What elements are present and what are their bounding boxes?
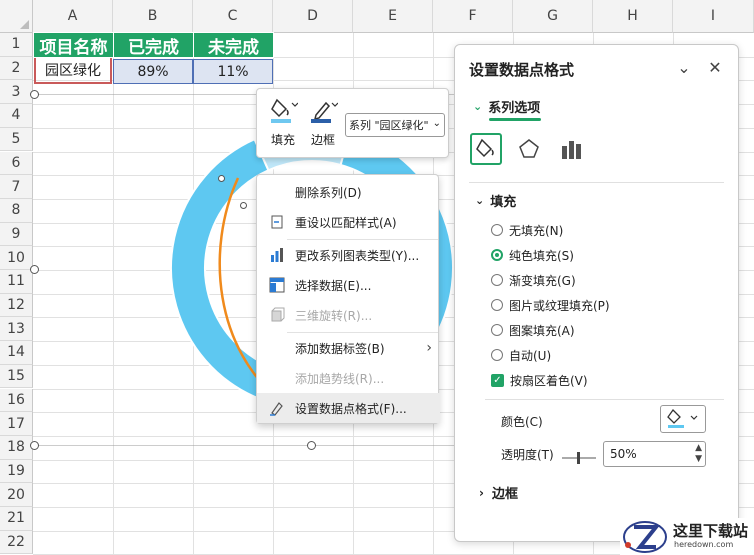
chevron-right-icon: ›	[479, 485, 484, 500]
menu-item-format-data-point[interactable]: 设置数据点格式(F)...	[257, 393, 440, 423]
menu-item-delete-series[interactable]: 删除系列(D)	[257, 177, 440, 207]
radio-picture-fill[interactable]: 图片或纹理填充(P)	[491, 295, 610, 315]
checkmark-icon[interactable]: ✓	[491, 373, 504, 387]
transparency-input[interactable]: 50% ▲ ▼	[603, 441, 706, 467]
radio-button[interactable]	[491, 324, 503, 336]
format-point-icon	[270, 402, 283, 416]
panel-title: 设置数据点格式	[469, 61, 575, 79]
radio-label: 图片或纹理填充(P)	[509, 298, 610, 313]
vary-by-slice-checkbox[interactable]: ✓ 按扇区着色(V)	[491, 370, 588, 390]
chevron-down-icon[interactable]: ⌄	[674, 57, 694, 77]
context-menu: 删除系列(D) 重设以匹配样式(A) 更改系列图表类型(Y)... 选择数据(E…	[256, 174, 440, 424]
radio-button[interactable]	[491, 349, 503, 361]
effects-tab[interactable]	[513, 133, 545, 165]
3d-rotate-icon	[271, 307, 285, 322]
border-label: 边框	[310, 133, 335, 147]
tab-underline	[489, 118, 541, 121]
border-section-header[interactable]: › 边框	[479, 483, 518, 503]
menu-item-label: 设置数据点格式(F)...	[295, 401, 407, 416]
menu-item-add-data-labels[interactable]: 添加数据标签(B) ›	[257, 333, 440, 363]
paint-bucket-icon	[271, 98, 298, 123]
watermark-subtext: heredown.com	[674, 540, 734, 549]
transparency-slider[interactable]	[562, 451, 596, 465]
pen-icon	[311, 101, 338, 123]
fill-header-label: 填充	[490, 195, 517, 210]
radio-button[interactable]	[491, 224, 503, 236]
paint-bucket-icon	[667, 408, 698, 428]
menu-item-change-chart-type[interactable]: 更改系列图表类型(Y)...	[257, 240, 440, 270]
transparency-value: 50%	[610, 447, 637, 461]
radio-gradient-fill[interactable]: 渐变填充(G)	[491, 270, 576, 290]
color-picker-button[interactable]	[660, 405, 706, 433]
radio-no-fill[interactable]: 无填充(N)	[491, 220, 563, 240]
color-label: 颜色(C)	[501, 415, 543, 429]
radio-pattern-fill[interactable]: 图案填充(A)	[491, 320, 575, 340]
pentagon-icon	[519, 139, 539, 158]
submenu-arrow-icon: ›	[426, 340, 432, 356]
menu-item-label: 更改系列图表类型(Y)...	[295, 248, 420, 263]
select-data-icon	[269, 277, 285, 293]
transparency-label: 透明度(T)	[501, 448, 554, 462]
series-select[interactable]: 系列 "园区绿化" ⌄	[345, 113, 445, 137]
format-data-point-panel: 设置数据点格式 ⌄ ✕ ⌄ 系列选项 ⌄ 填充 无填充(N) 纯色填充(S) 渐…	[454, 44, 739, 542]
checkbox-label: 按扇区着色(V)	[510, 373, 588, 388]
radio-solid-fill[interactable]: 纯色填充(S)	[491, 245, 574, 265]
reset-style-icon	[271, 215, 283, 229]
close-icon[interactable]: ✕	[705, 57, 725, 77]
menu-item-add-trendline[interactable]: 添加趋势线(R)...	[257, 363, 440, 393]
series-options-label: 系列选项	[488, 101, 541, 116]
paint-bucket-icon	[476, 138, 494, 158]
chart-type-icon	[271, 248, 283, 262]
site-logo-icon	[623, 521, 667, 553]
watermark-text: 这里下载站	[673, 522, 749, 540]
fill-button[interactable]: 填充	[263, 97, 303, 153]
fill-line-tab[interactable]	[470, 133, 502, 165]
spinner-icon[interactable]: ▲ ▼	[695, 443, 702, 465]
chevron-down-icon: ⌄	[475, 194, 485, 207]
menu-item-label: 删除系列(D)	[295, 185, 362, 200]
radio-label: 自动(U)	[509, 348, 552, 363]
menu-item-label: 重设以匹配样式(A)	[295, 215, 397, 230]
menu-item-select-data[interactable]: 选择数据(E)...	[257, 270, 440, 300]
radio-button[interactable]	[491, 299, 503, 311]
radio-automatic[interactable]: 自动(U)	[491, 345, 551, 365]
radio-label: 图案填充(A)	[509, 323, 575, 338]
bar-chart-icon	[562, 141, 581, 159]
border-header-label: 边框	[491, 487, 518, 502]
series-options-chart-tab[interactable]	[555, 133, 587, 165]
menu-item-3d-rotation[interactable]: 三维旋转(R)...	[257, 300, 440, 330]
menu-item-label: 三维旋转(R)...	[295, 308, 373, 323]
menu-item-reset-style[interactable]: 重设以匹配样式(A)	[257, 207, 440, 237]
fill-label: 填充	[270, 133, 295, 147]
fill-section-header[interactable]: ⌄ 填充	[475, 191, 516, 210]
menu-item-label: 选择数据(E)...	[295, 278, 372, 293]
watermark: 这里下载站 heredown.com	[620, 518, 754, 555]
series-select-value: 系列 "园区绿化"	[349, 119, 429, 132]
menu-item-label: 添加趋势线(R)...	[295, 371, 385, 386]
radio-label: 纯色填充(S)	[509, 248, 574, 263]
radio-label: 渐变填充(G)	[509, 273, 576, 288]
chevron-down-icon: ⌄	[432, 118, 441, 129]
series-options-tab[interactable]: ⌄ 系列选项	[473, 97, 540, 116]
radio-label: 无填充(N)	[509, 223, 564, 238]
border-button[interactable]: 边框	[303, 97, 343, 153]
radio-button[interactable]	[491, 249, 503, 261]
chevron-down-icon: ⌄	[473, 100, 483, 113]
menu-item-label: 添加数据标签(B)	[295, 341, 385, 356]
mini-toolbar: 填充 边框 系列 "园区绿化" ⌄	[256, 88, 449, 158]
radio-button[interactable]	[491, 274, 503, 286]
